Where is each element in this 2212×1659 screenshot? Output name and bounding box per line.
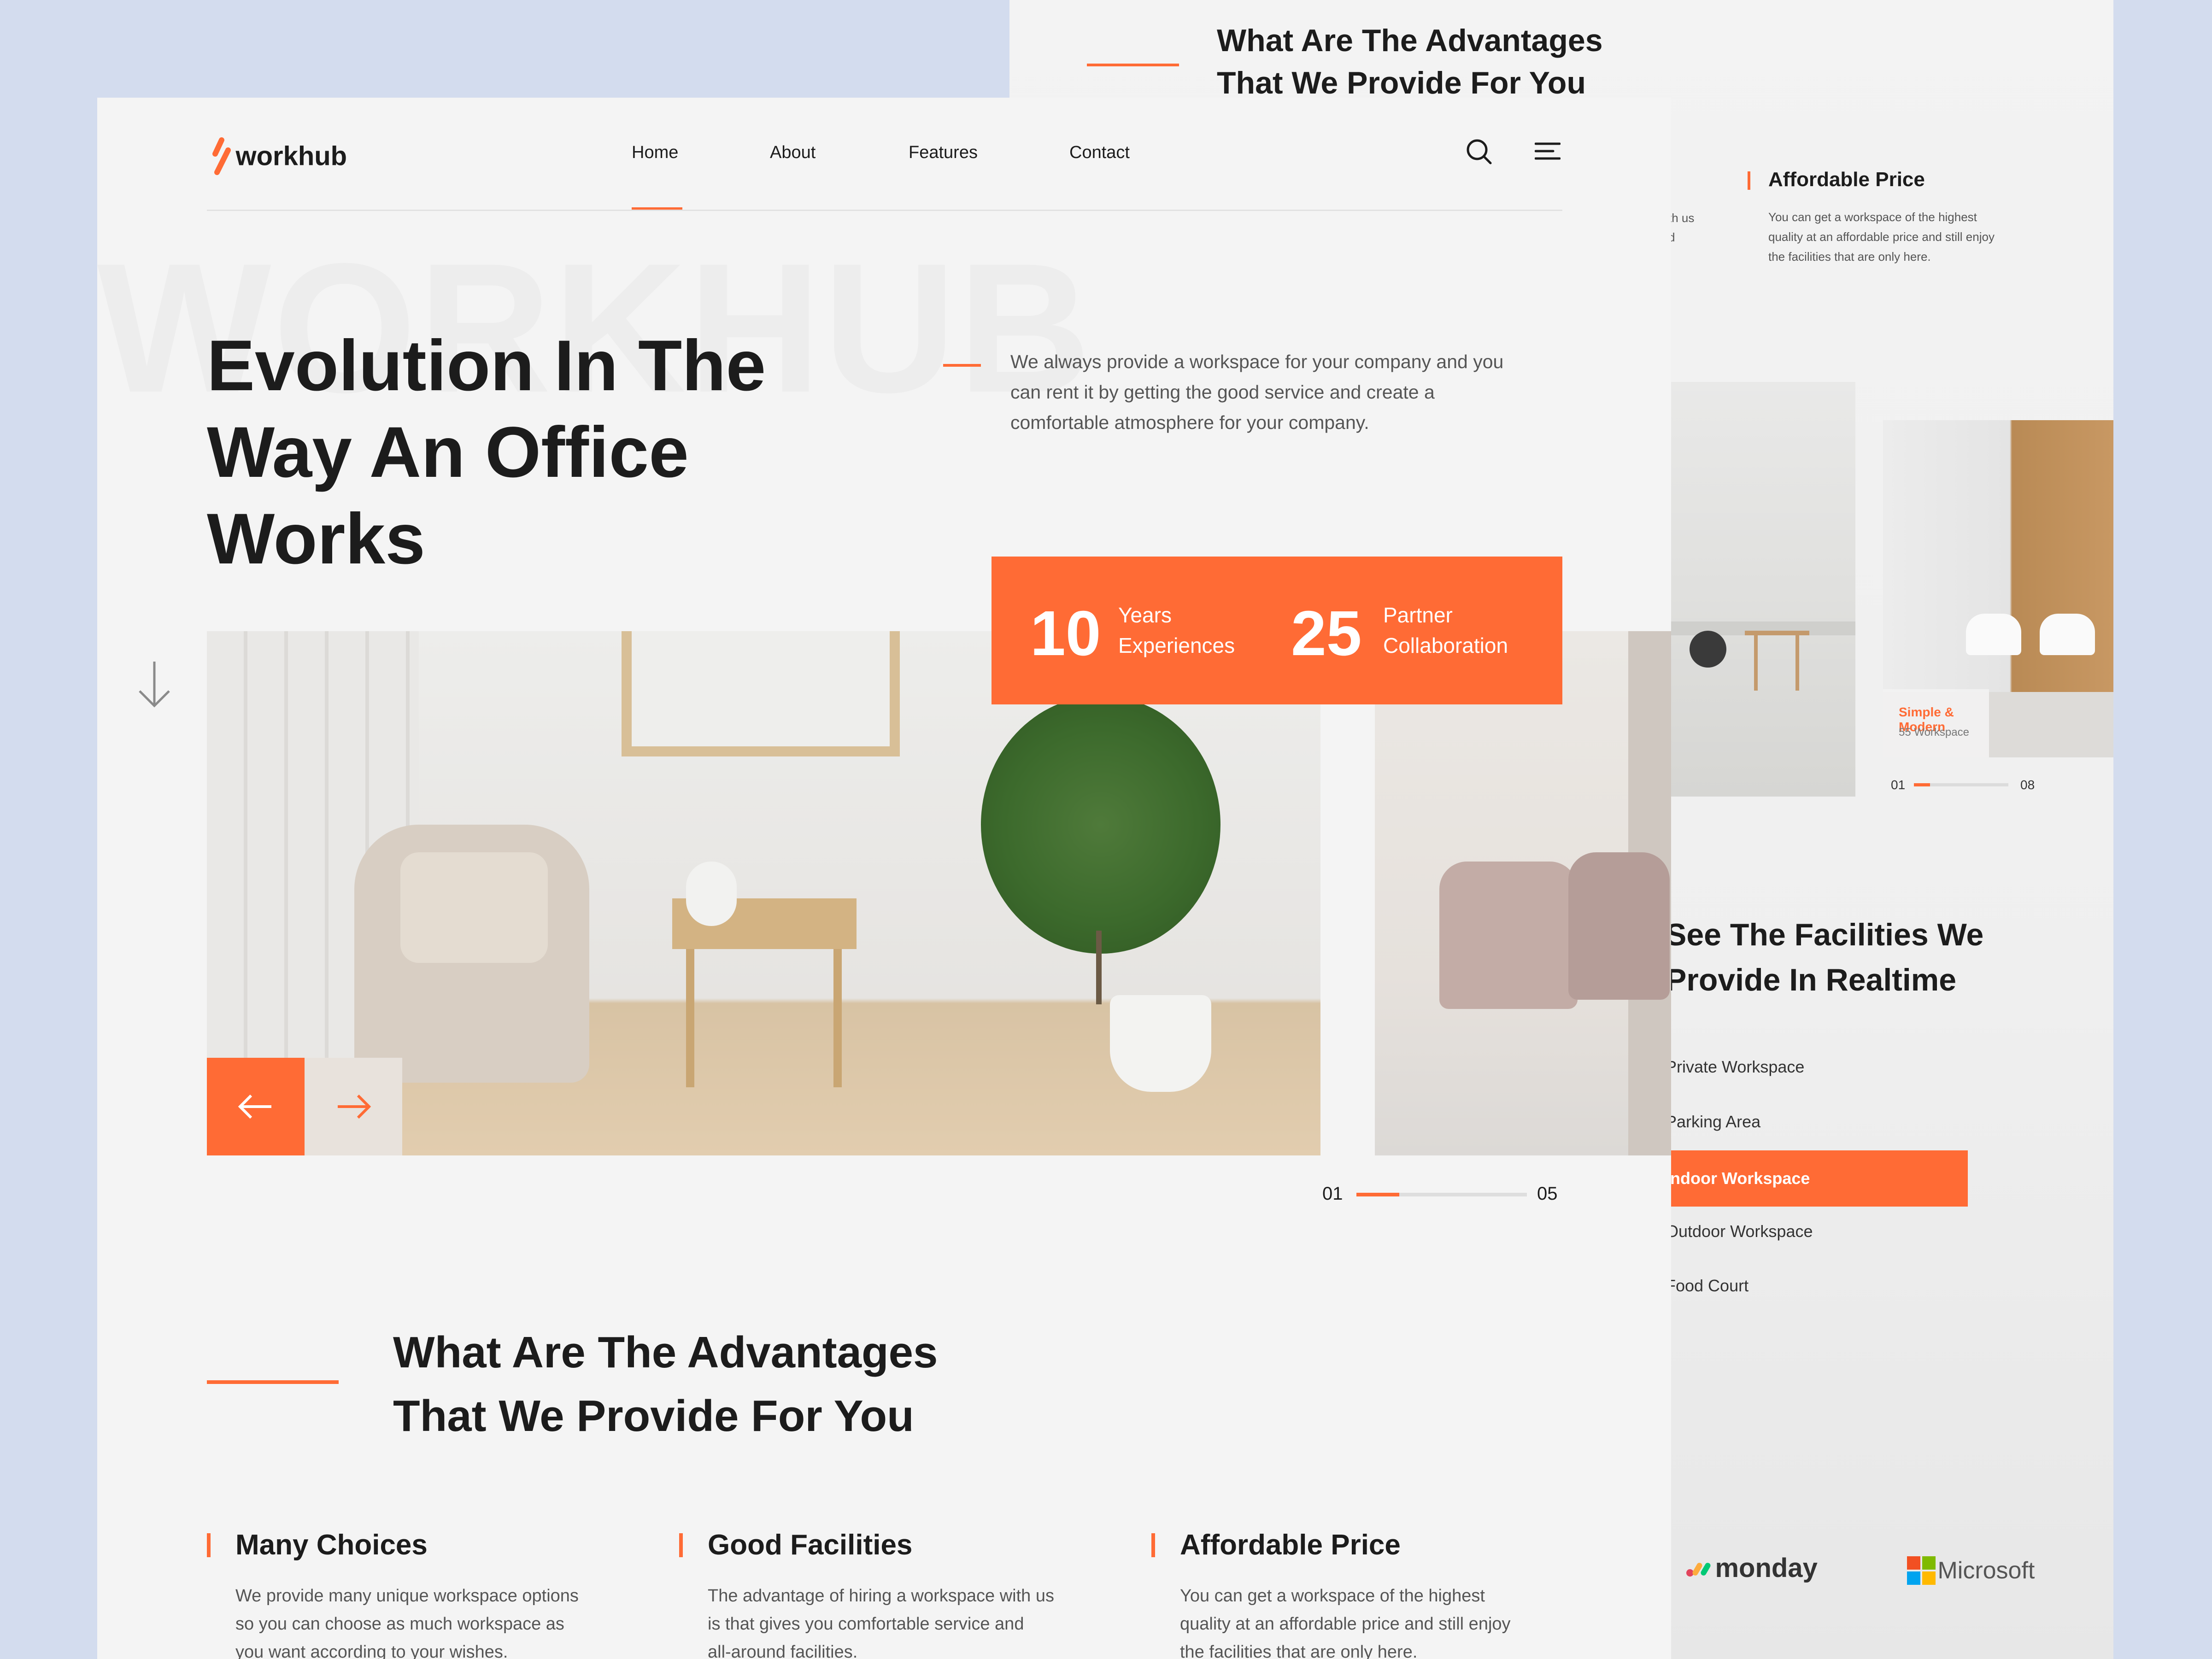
stat-years-label: Years Experiences <box>1118 603 1235 657</box>
arrow-left-icon <box>238 1094 271 1119</box>
partial-feature-text: th us d <box>1668 211 1695 244</box>
second-slide-image <box>1375 631 1671 1155</box>
search-icon[interactable] <box>1465 137 1493 166</box>
logo-text: workhub <box>235 141 347 171</box>
back-pager-current: 01 <box>1891 778 1906 792</box>
workspace-card[interactable]: Simple & Modern 55 Workspace <box>1883 689 1989 757</box>
feature-marker <box>1748 171 1750 190</box>
pager-fill <box>1356 1193 1399 1196</box>
hero-description: We always provide a workspace for your c… <box>1010 351 1504 433</box>
facility-food-court[interactable]: Food Court <box>1666 1276 1748 1296</box>
feature-marker <box>1151 1533 1155 1557</box>
facility-outdoor-workspace[interactable]: Outdoor Workspace <box>1666 1222 1813 1241</box>
nav-features[interactable]: Features <box>909 143 978 163</box>
office-photo <box>1671 382 1855 797</box>
chair <box>1439 862 1578 1009</box>
logo[interactable]: workhub <box>207 135 347 177</box>
prev-slide-button[interactable] <box>207 1058 305 1155</box>
feature-title-many-choices: Many Choices <box>235 1529 428 1561</box>
monday-logo: monday <box>1685 1553 1818 1583</box>
pager-current: 01 <box>1322 1184 1343 1204</box>
logo-icon <box>212 137 231 175</box>
facilities-heading: See The Facilities We Provide In Realtim… <box>1666 917 1984 997</box>
main-page: workhub Home About Features Contact WORK… <box>97 98 1671 1659</box>
facility-private-workspace[interactable]: Private Workspace <box>1666 1057 1804 1077</box>
pager-track <box>1356 1193 1527 1196</box>
hero-title: Evolution In The Way An Office Works <box>207 326 766 579</box>
stat-years-number: 10 <box>1030 598 1101 669</box>
back-pager-track <box>1914 783 2008 786</box>
back-pager-fill <box>1914 783 1930 786</box>
header-divider <box>207 210 1562 211</box>
feature-title-affordable-price: Affordable Price <box>1180 1529 1401 1561</box>
feature-marker <box>679 1533 683 1557</box>
office-photo-card: Simple & Modern 55 Workspace <box>1883 420 2113 757</box>
feature-marker <box>207 1533 211 1557</box>
stat-partners-number: 25 <box>1291 598 1362 669</box>
plant <box>981 696 1220 954</box>
menu-icon[interactable] <box>1535 141 1561 161</box>
arrow-down-icon[interactable] <box>136 659 173 714</box>
stats-box: 10 Years Experiences 25 Partner Collabor… <box>992 557 1562 704</box>
feature-text-affordable-price: You can get a workspace of the highest q… <box>1180 1586 1511 1659</box>
stat-partners-label: Partner Collaboration <box>1383 603 1508 657</box>
back-pager-total: 08 <box>2020 778 2035 792</box>
advantages-heading: What Are The Advantages That We Provide … <box>393 1328 938 1441</box>
nav-contact[interactable]: Contact <box>1069 143 1130 163</box>
description-accent-line <box>943 364 981 367</box>
back-advantages-heading: What Are The Advantages That We Provide … <box>1217 23 1603 100</box>
pager-total: 05 <box>1537 1184 1558 1204</box>
back-affordable-title: Affordable Price <box>1768 168 1925 191</box>
facility-indoor-workspace[interactable]: Indoor Workspace <box>1659 1150 1968 1207</box>
accent-line <box>1087 64 1179 66</box>
nav-about[interactable]: About <box>770 143 816 163</box>
back-affordable-text: You can get a workspace of the highest q… <box>1768 210 1995 264</box>
advantages-accent-line <box>207 1380 339 1384</box>
feature-text-many-choices: We provide many unique workspace options… <box>235 1586 579 1659</box>
arrow-right-icon <box>338 1094 371 1119</box>
feature-text-good-facilities: The advantage of hiring a workspace with… <box>708 1586 1054 1659</box>
nav-home[interactable]: Home <box>632 143 678 163</box>
facility-parking-area[interactable]: Parking Area <box>1666 1112 1760 1131</box>
next-slide-button[interactable] <box>305 1058 402 1155</box>
microsoft-logo: Microsoft <box>1907 1556 2035 1585</box>
feature-title-good-facilities: Good Facilities <box>708 1529 913 1561</box>
facility-indoor-label: Indoor Workspace <box>1666 1169 1810 1188</box>
card-subtitle: 55 Workspace <box>1899 726 1969 739</box>
